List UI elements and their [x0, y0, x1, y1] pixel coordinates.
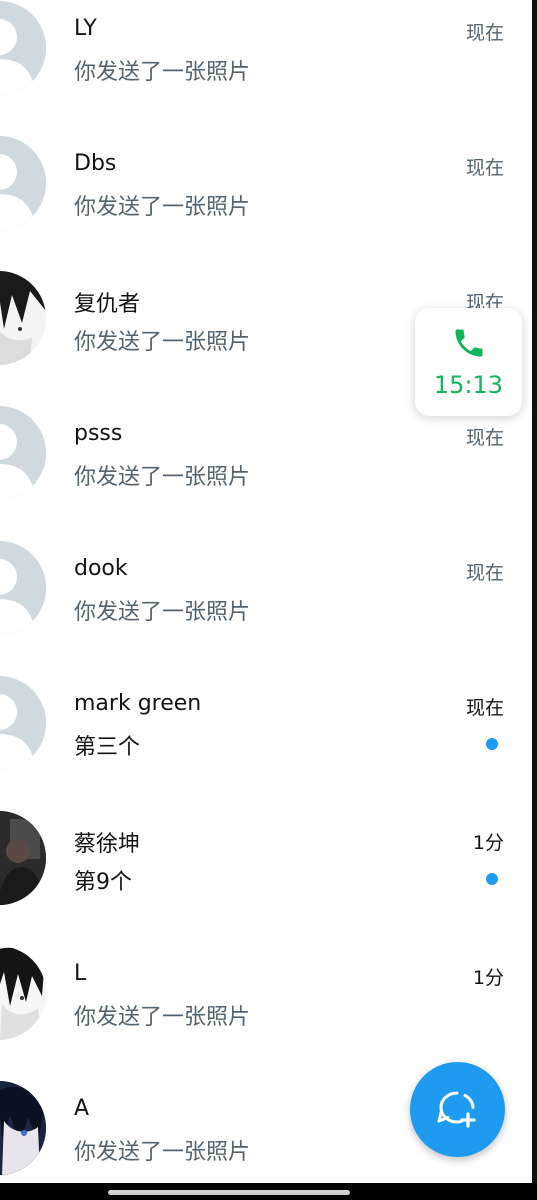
default-avatar-icon[interactable]	[0, 406, 46, 500]
conversation-name: L	[74, 961, 87, 986]
new-message-button[interactable]	[410, 1062, 505, 1157]
conversation-preview: 你发送了一张照片	[74, 330, 251, 355]
anime-avatar-icon[interactable]	[0, 1081, 46, 1175]
ongoing-call-widget[interactable]: 15:13	[415, 308, 522, 416]
conversation-time: 现在	[465, 427, 504, 449]
unread-dot-icon	[486, 738, 498, 750]
anime-avatar-icon[interactable]	[0, 271, 46, 365]
photo-avatar-icon[interactable]	[0, 811, 46, 905]
conversation-item[interactable]: mark green 第三个 现在	[0, 675, 532, 810]
phone-icon	[455, 329, 483, 357]
conversation-time: 现在	[465, 157, 504, 179]
conversation-preview: 第9个	[74, 870, 132, 895]
conversation-preview: 你发送了一张照片	[74, 1140, 251, 1165]
default-avatar-icon[interactable]	[0, 676, 46, 770]
default-avatar-icon[interactable]	[0, 1, 46, 95]
conversation-name: Dbs	[74, 151, 117, 176]
default-avatar-icon[interactable]	[0, 541, 46, 635]
conversation-preview: 你发送了一张照片	[74, 60, 251, 85]
conversation-name: 复仇者	[74, 292, 141, 317]
conversation-preview: 你发送了一张照片	[74, 465, 251, 490]
conversation-name: mark green	[74, 691, 202, 716]
default-avatar-icon[interactable]	[0, 136, 46, 230]
conversation-item[interactable]: Dbs 你发送了一张照片 现在	[0, 135, 532, 270]
messages-screen: LY 你发送了一张照片 现在 Dbs 你发送了一张照片 现在 复仇者 你发送了一…	[0, 0, 537, 1200]
conversation-time: 1分	[472, 967, 504, 989]
call-duration: 15:13	[433, 371, 504, 399]
conversation-name: dook	[74, 556, 128, 581]
anime-avatar-icon[interactable]	[0, 946, 46, 1040]
conversation-time: 现在	[465, 697, 504, 719]
conversation-time: 现在	[465, 22, 504, 44]
conversation-time: 现在	[465, 562, 504, 584]
conversation-item[interactable]: L 你发送了一张照片 1分	[0, 945, 532, 1080]
conversation-time: 1分	[472, 832, 504, 854]
conversation-preview: 你发送了一张照片	[74, 1005, 251, 1030]
conversation-name: LY	[74, 16, 97, 41]
conversation-item[interactable]: psss 你发送了一张照片 现在	[0, 405, 532, 540]
conversation-name: A	[74, 1096, 90, 1121]
conversation-name: psss	[74, 421, 123, 446]
home-indicator[interactable]	[108, 1190, 350, 1195]
conversation-item[interactable]: 蔡徐坤 第9个 1分	[0, 810, 532, 945]
conversation-preview: 你发送了一张照片	[74, 600, 251, 625]
conversation-preview: 第三个	[74, 735, 141, 760]
conversation-item[interactable]: dook 你发送了一张照片 现在	[0, 540, 532, 675]
new-message-icon	[437, 1091, 476, 1128]
screen-edge	[532, 0, 537, 1200]
conversation-name: 蔡徐坤	[74, 832, 141, 857]
conversation-preview: 你发送了一张照片	[74, 195, 251, 220]
conversation-item[interactable]: LY 你发送了一张照片 现在	[0, 0, 532, 135]
unread-dot-icon	[486, 873, 498, 885]
